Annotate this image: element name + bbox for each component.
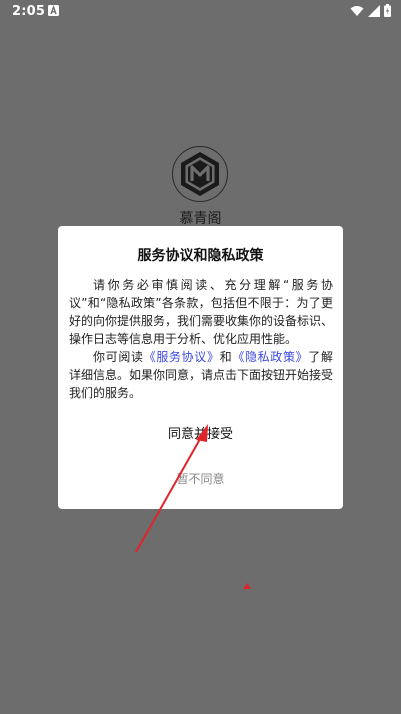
privacy-policy-link[interactable]: 《隐私政策》 xyxy=(232,350,308,364)
battery-icon xyxy=(384,4,391,17)
status-time: 2:05 xyxy=(12,4,46,19)
cellular-signal-icon xyxy=(368,4,380,17)
service-agreement-link[interactable]: 《服务协议》 xyxy=(144,350,220,364)
decline-button[interactable]: 暂不同意 xyxy=(58,470,343,487)
agree-button[interactable]: 同意并接受 xyxy=(58,423,343,442)
dialog-paragraph-2: 你可阅读《服务协议》和《隐私政策》了解详细信息。如果你同意，请点击下面按钮开始接… xyxy=(69,348,333,402)
notification-a-icon xyxy=(48,5,59,16)
status-icons xyxy=(350,4,391,17)
consent-dialog: 服务协议和隐私政策 请你务必审慎阅读、充分理解“服务协议”和“隐私政策”各条款，… xyxy=(58,226,343,509)
dialog-title: 服务协议和隐私政策 xyxy=(137,248,264,264)
annotation-marker xyxy=(243,583,251,589)
paragraph-2-and: 和 xyxy=(219,350,233,364)
paragraph-2-prefix: 你可阅读 xyxy=(93,350,144,364)
dialog-body: 请你务必审慎阅读、充分理解“服务协议”和“隐私政策”各条款，包括但不限于：为了更… xyxy=(69,276,333,402)
app-logo xyxy=(172,146,228,202)
wifi-icon xyxy=(350,5,364,16)
m-shield-logo-icon xyxy=(172,146,228,202)
app-name: 慕青阁 xyxy=(179,211,222,227)
status-bar: 2:05 xyxy=(0,0,401,24)
dialog-paragraph-1: 请你务必审慎阅读、充分理解“服务协议”和“隐私政策”各条款，包括但不限于：为了更… xyxy=(69,278,334,346)
